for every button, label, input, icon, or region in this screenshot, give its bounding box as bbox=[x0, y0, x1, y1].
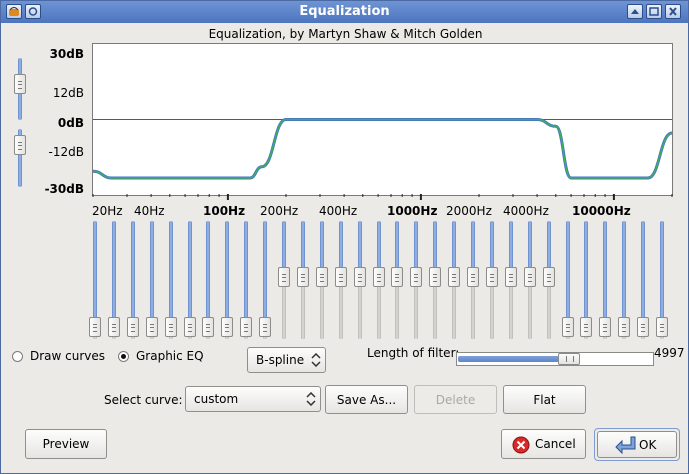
db-label-bottom: -30dB bbox=[44, 182, 84, 196]
hz-label-400: 400Hz bbox=[319, 204, 358, 218]
eq-slider-thumb[interactable] bbox=[259, 317, 272, 337]
filter-length-value: 4997 bbox=[654, 346, 685, 360]
eq-slider-thumb[interactable] bbox=[618, 317, 631, 337]
eq-slider-thumb[interactable] bbox=[372, 267, 385, 287]
eq-slider-thumb[interactable] bbox=[656, 317, 668, 337]
eq-slider-lower-track bbox=[471, 285, 475, 339]
equalization-window: Equalization Equalization, by Martyn Sha… bbox=[0, 0, 689, 474]
dialog-subtitle: Equalization, by Martyn Shaw & Mitch Gol… bbox=[208, 27, 483, 41]
eq-slider-thumb[interactable] bbox=[278, 267, 290, 287]
eq-slider-thumb[interactable] bbox=[504, 267, 517, 287]
eq-slider-thumb[interactable] bbox=[561, 317, 574, 337]
eq-slider-thumb[interactable] bbox=[353, 267, 366, 287]
hz-label-20: 20Hz bbox=[92, 204, 123, 218]
close-window-icon[interactable] bbox=[665, 4, 681, 19]
hz-label-200: 200Hz bbox=[260, 204, 299, 218]
curve-value: custom bbox=[194, 392, 239, 406]
hz-label-4000: 4000Hz bbox=[503, 204, 549, 218]
eq-slider-lower-track bbox=[395, 285, 400, 339]
eq-slider-lower-track bbox=[452, 285, 457, 339]
eq-slider-thumb[interactable] bbox=[637, 317, 650, 337]
eq-slider-thumb[interactable] bbox=[164, 317, 177, 337]
title-bar[interactable]: Equalization bbox=[1, 1, 688, 23]
eq-slider-lower-track bbox=[433, 285, 438, 339]
hz-label-100: 100Hz bbox=[203, 204, 246, 218]
hz-label-10000: 10000Hz bbox=[572, 204, 631, 218]
eq-slider-thumb[interactable] bbox=[448, 267, 461, 287]
save-as-button[interactable]: Save As... bbox=[325, 385, 408, 414]
eq-slider-thumb[interactable] bbox=[221, 317, 234, 337]
eq-slider-lower-track bbox=[300, 285, 305, 339]
eq-slider-lower-track bbox=[282, 285, 286, 339]
eq-slider-thumb[interactable] bbox=[334, 267, 347, 287]
curve-select[interactable]: custom bbox=[185, 386, 321, 412]
eq-slider-lower-track bbox=[546, 285, 551, 339]
db-label-minus12: -12dB bbox=[48, 145, 84, 159]
window-title: Equalization bbox=[299, 4, 390, 19]
eq-slider-thumb[interactable] bbox=[523, 267, 536, 287]
eq-curve-outline bbox=[93, 117, 672, 180]
filter-length-slider[interactable] bbox=[456, 352, 654, 366]
eq-slider-lower-track bbox=[319, 285, 324, 339]
eq-curve-plot[interactable] bbox=[92, 43, 673, 196]
select-curve-label: Select curve: bbox=[104, 393, 183, 407]
min-db-slider-thumb[interactable] bbox=[14, 135, 26, 155]
spin-arrows-icon bbox=[311, 353, 321, 367]
hz-label-1000: 1000Hz bbox=[387, 204, 438, 218]
draw-curves-label: Draw curves bbox=[30, 349, 106, 363]
minimize-up-icon[interactable] bbox=[627, 4, 643, 19]
filter-length-label: Length of filter: bbox=[367, 346, 460, 360]
eq-slider-thumb[interactable] bbox=[391, 267, 404, 287]
max-db-slider-thumb[interactable] bbox=[14, 74, 26, 94]
eq-slider-thumb[interactable] bbox=[542, 267, 555, 287]
interpolation-select[interactable]: B-spline bbox=[247, 347, 326, 373]
cancel-label: Cancel bbox=[535, 437, 576, 451]
eq-slider-thumb[interactable] bbox=[183, 317, 196, 337]
eq-slider-thumb[interactable] bbox=[315, 267, 328, 287]
eq-slider-thumb[interactable] bbox=[599, 317, 612, 337]
preview-button[interactable]: Preview bbox=[25, 429, 107, 459]
eq-slider-thumb[interactable] bbox=[296, 267, 309, 287]
eq-slider-thumb[interactable] bbox=[467, 267, 479, 287]
maximize-icon[interactable] bbox=[646, 4, 662, 19]
eq-slider-thumb[interactable] bbox=[580, 317, 593, 337]
db-label-0: 0dB bbox=[57, 116, 84, 130]
delete-button[interactable]: Delete bbox=[414, 385, 497, 414]
eq-slider-thumb[interactable] bbox=[89, 317, 101, 337]
eq-curve-line bbox=[93, 118, 672, 179]
eq-slider-thumb[interactable] bbox=[485, 267, 498, 287]
eq-slider-lower-track bbox=[414, 285, 419, 339]
cancel-button[interactable]: Cancel bbox=[501, 429, 586, 459]
eq-slider-lower-track bbox=[376, 285, 381, 339]
ok-button[interactable]: OK bbox=[597, 431, 677, 458]
eq-slider-thumb[interactable] bbox=[126, 317, 139, 337]
db-label-top: 30dB bbox=[49, 47, 84, 61]
interpolation-value: B-spline bbox=[256, 353, 305, 367]
eq-slider-lower-track bbox=[508, 285, 513, 339]
hz-label-40: 40Hz bbox=[134, 204, 165, 218]
ok-enter-icon bbox=[615, 436, 636, 455]
spin-arrows-icon bbox=[306, 392, 316, 406]
graphic-eq-label: Graphic EQ bbox=[136, 349, 204, 363]
graphic-eq-sliders bbox=[87, 219, 677, 343]
eq-slider-lower-track bbox=[357, 285, 362, 339]
draw-curves-radio[interactable] bbox=[12, 351, 23, 362]
eq-slider-lower-track bbox=[489, 285, 494, 339]
filter-length-fill bbox=[458, 356, 559, 362]
eq-slider-thumb[interactable] bbox=[410, 267, 423, 287]
eq-slider-thumb[interactable] bbox=[429, 267, 442, 287]
eq-slider-lower-track bbox=[338, 285, 343, 339]
cancel-icon bbox=[512, 436, 530, 454]
filter-length-thumb[interactable] bbox=[558, 353, 580, 365]
flat-button[interactable]: Flat bbox=[503, 385, 586, 414]
graphic-eq-radio[interactable] bbox=[118, 351, 129, 362]
ok-label: OK bbox=[639, 438, 657, 452]
eq-slider-thumb[interactable] bbox=[145, 317, 158, 337]
eq-slider-thumb[interactable] bbox=[202, 317, 215, 337]
hz-label-2000: 2000Hz bbox=[446, 204, 492, 218]
db-label-12: 12dB bbox=[52, 86, 84, 100]
eq-slider-lower-track bbox=[527, 285, 532, 339]
eq-slider-thumb[interactable] bbox=[240, 317, 253, 337]
eq-slider-thumb[interactable] bbox=[107, 317, 120, 337]
